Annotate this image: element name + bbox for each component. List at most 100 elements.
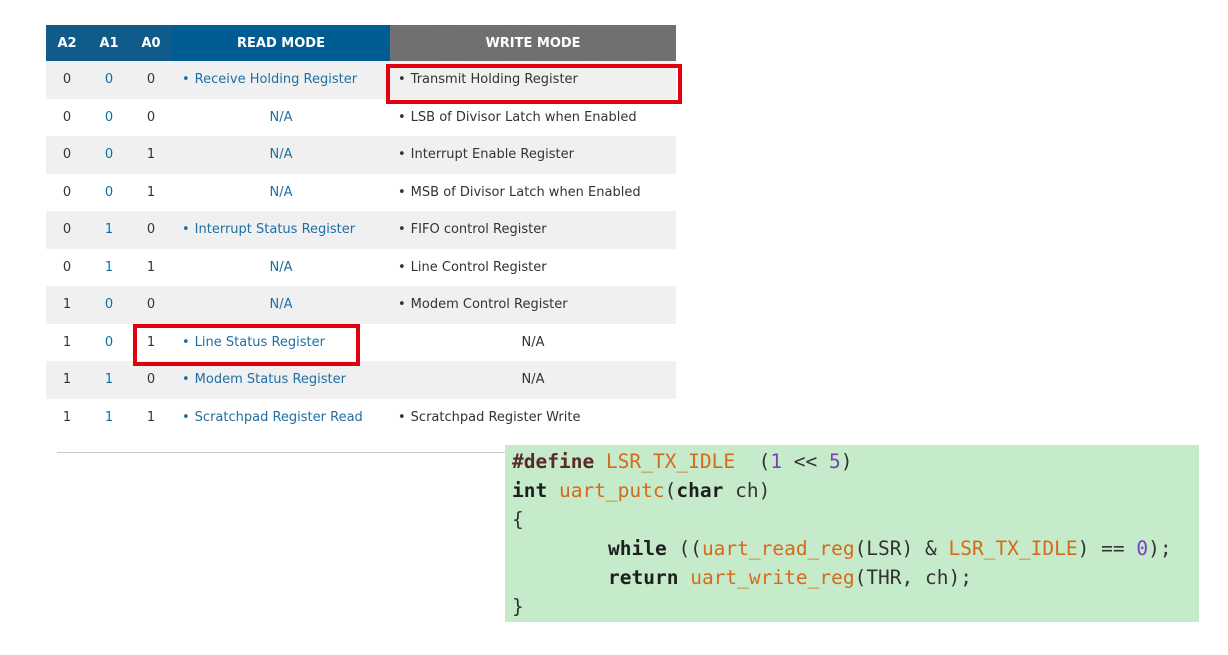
code-text: ) == [1077,537,1137,560]
cell-write-mode: Transmit Holding Register [390,61,676,99]
table-row: 0 0 0 N/A LSB of Divisor Latch when Enab… [46,98,676,136]
cell-read-mode: N/A [172,173,390,211]
code-paren: ) [840,450,853,473]
cell-write-mode: N/A [390,361,676,399]
code-macro-name: LSR_TX_IDLE [605,450,736,473]
cell-a2: 0 [46,173,88,211]
cell-a1: 1 [88,211,130,249]
cell-a2: 1 [46,398,88,436]
code-param: ch) [723,479,771,502]
cell-a0: 0 [130,211,172,249]
cell-read-mode[interactable]: Modem Status Register [172,361,390,399]
table-body: 0 0 0 Receive Holding Register Transmit … [46,61,676,436]
read-mode-value[interactable]: Line Status Register [182,335,325,350]
code-text: (THR, ch); [854,566,972,589]
cell-a2: 1 [46,286,88,324]
code-snippet: #define LSR_TX_IDLE (1 << 5) int uart_pu… [505,445,1199,622]
write-mode-value: MSB of Divisor Latch when Enabled [398,185,641,200]
cell-a2: 0 [46,61,88,99]
cell-a1: 0 [88,98,130,136]
write-mode-value: Interrupt Enable Register [398,147,574,162]
cell-a0: 1 [130,173,172,211]
cell-a2: 1 [46,361,88,399]
code-keyword: while [608,537,667,560]
cell-write-mode: MSB of Divisor Latch when Enabled [390,173,676,211]
cell-a0: 0 [130,98,172,136]
table-row: 1 0 0 N/A Modem Control Register [46,286,676,324]
code-function-name: uart_putc [558,479,665,502]
table-row: 1 1 1 Scratchpad Register Read Scratchpa… [46,398,676,436]
table-row: 0 1 0 Interrupt Status Register FIFO con… [46,211,676,249]
code-directive: #define [512,450,595,473]
code-brace: { [512,508,524,531]
cell-a0: 1 [130,398,172,436]
table-row: 0 0 0 Receive Holding Register Transmit … [46,61,676,99]
code-operator: << [782,450,830,473]
cell-a2: 0 [46,248,88,286]
read-mode-value[interactable]: Interrupt Status Register [182,222,355,237]
table-header-row: A2 A1 A0 READ MODE WRITE MODE [46,25,676,61]
write-mode-value: FIFO control Register [398,222,547,237]
cell-read-mode[interactable]: Interrupt Status Register [172,211,390,249]
cell-a1: 0 [88,61,130,99]
read-mode-value[interactable]: Modem Status Register [182,372,346,387]
cell-write-mode: Interrupt Enable Register [390,136,676,174]
code-line-6: } [512,592,1199,621]
cell-a0: 1 [130,323,172,361]
table-row: 0 1 1 N/A Line Control Register [46,248,676,286]
write-mode-value: Line Control Register [398,260,547,275]
cell-read-mode: N/A [172,136,390,174]
read-mode-value[interactable]: Scratchpad Register Read [182,410,363,425]
code-text: (( [666,537,702,560]
cell-a0: 1 [130,136,172,174]
code-number: 0 [1136,537,1149,560]
cell-a1: 0 [88,136,130,174]
cell-read-mode: N/A [172,286,390,324]
cell-read-mode[interactable]: Receive Holding Register [172,61,390,99]
cell-write-mode: N/A [390,323,676,361]
cell-a2: 0 [46,98,88,136]
header-read-mode: READ MODE [172,25,390,61]
write-mode-value: Modem Control Register [398,297,568,312]
cell-a1: 0 [88,323,130,361]
table-row: 1 1 0 Modem Status Register N/A [46,361,676,399]
write-mode-value: LSB of Divisor Latch when Enabled [398,110,637,125]
register-table: A2 A1 A0 READ MODE WRITE MODE 0 0 0 Rece… [46,25,676,436]
cell-write-mode: Scratchpad Register Write [390,398,676,436]
cell-write-mode: LSB of Divisor Latch when Enabled [390,98,676,136]
table-row: 0 0 1 N/A MSB of Divisor Latch when Enab… [46,173,676,211]
cell-read-mode: N/A [172,248,390,286]
divider [57,452,507,453]
code-line-5: return uart_write_reg(THR, ch); [512,563,1199,592]
code-line-2: int uart_putc(char ch) [512,476,1199,505]
cell-a0: 0 [130,286,172,324]
code-number: 5 [829,450,841,473]
read-mode-value[interactable]: Receive Holding Register [182,72,357,87]
write-mode-value: Scratchpad Register Write [398,410,580,425]
cell-a0: 0 [130,361,172,399]
code-paren: ( [664,479,677,502]
code-text: (LSR) & [854,537,949,560]
code-function-call: uart_write_reg [690,566,855,589]
cell-write-mode: Line Control Register [390,248,676,286]
table-row: 1 0 1 Line Status Register N/A [46,323,676,361]
code-function-call: uart_read_reg [701,537,855,560]
code-line-3: { [512,505,1199,534]
cell-a1: 1 [88,248,130,286]
header-a2: A2 [46,25,88,61]
cell-write-mode: Modem Control Register [390,286,676,324]
code-paren: ( [758,450,771,473]
header-a1: A1 [88,25,130,61]
code-line-4: while ((uart_read_reg(LSR) & LSR_TX_IDLE… [512,534,1199,563]
cell-a1: 1 [88,361,130,399]
header-a0: A0 [130,25,172,61]
code-keyword: return [608,566,679,589]
cell-read-mode[interactable]: Line Status Register [172,323,390,361]
cell-read-mode: N/A [172,98,390,136]
cell-a1: 1 [88,398,130,436]
cell-read-mode[interactable]: Scratchpad Register Read [172,398,390,436]
header-write-mode: WRITE MODE [390,25,676,61]
cell-a2: 0 [46,211,88,249]
cell-a0: 0 [130,61,172,99]
